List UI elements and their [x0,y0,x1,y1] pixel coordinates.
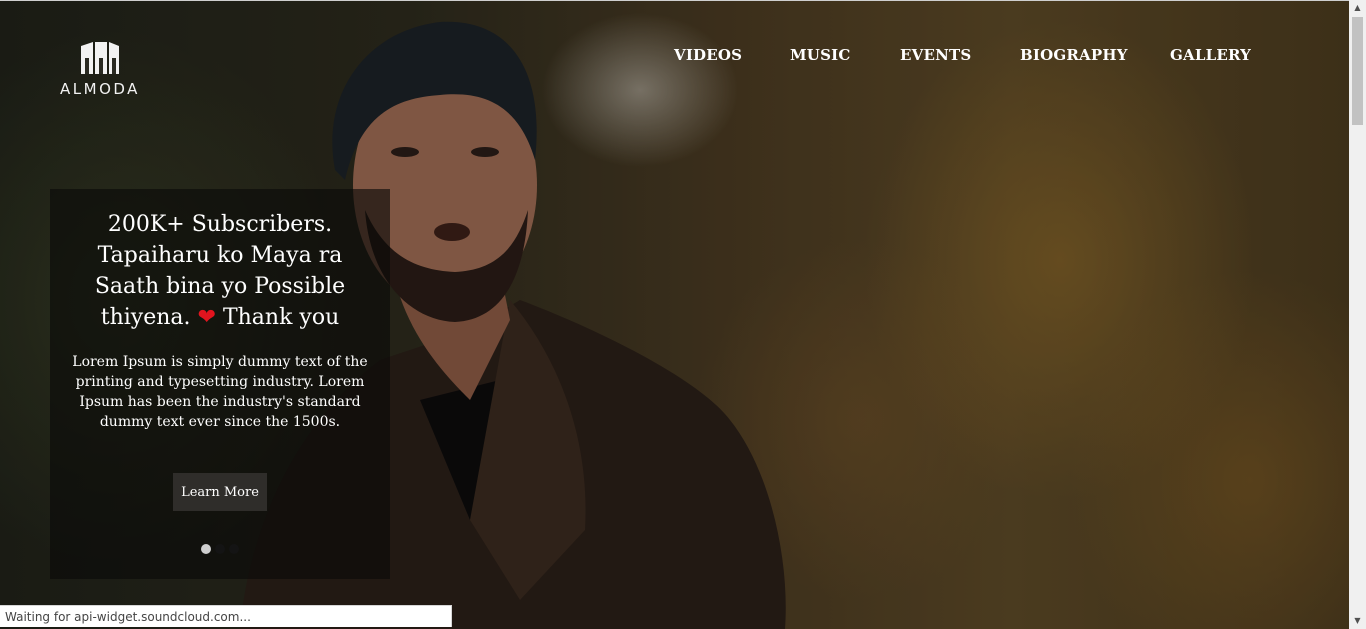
nav-item-events[interactable]: EVENTS [900,46,971,64]
top-border [0,0,1349,1]
scroll-down-arrow-icon[interactable]: ▼ [1349,613,1366,629]
carousel-dots [201,544,241,554]
carousel-dot-3[interactable] [229,544,239,554]
hero-heading-tail: Thank you [222,305,340,330]
nav-item-music[interactable]: MUSIC [790,46,850,64]
nav-item-videos[interactable]: VIDEOS [674,46,742,64]
scroll-up-arrow-icon[interactable]: ▲ [1349,0,1366,16]
main-nav: VIDEOS MUSIC EVENTS BIOGRAPHY GALLERY [0,46,1349,68]
carousel-dot-1[interactable] [201,544,211,554]
brand-name: ALMODA [60,80,140,98]
scroll-thumb[interactable] [1352,17,1363,125]
learn-more-button[interactable]: Learn More [173,473,267,511]
hero-body-text: Lorem Ipsum is simply dummy text of the … [72,354,368,430]
hero-heading: 200K+ Subscribers. Tapaiharu ko Maya ra … [68,209,372,333]
heart-icon: ❤ [197,305,216,330]
nav-item-gallery[interactable]: GALLERY [1170,46,1251,64]
carousel-dot-2[interactable] [215,544,225,554]
nav-item-biography[interactable]: BIOGRAPHY [1020,46,1128,64]
page-scrollbar[interactable]: ▲ ▼ [1349,0,1366,629]
hero-caption-panel: 200K+ Subscribers. Tapaiharu ko Maya ra … [50,189,390,579]
browser-status-bar: Waiting for api-widget.soundcloud.com... [0,605,452,627]
